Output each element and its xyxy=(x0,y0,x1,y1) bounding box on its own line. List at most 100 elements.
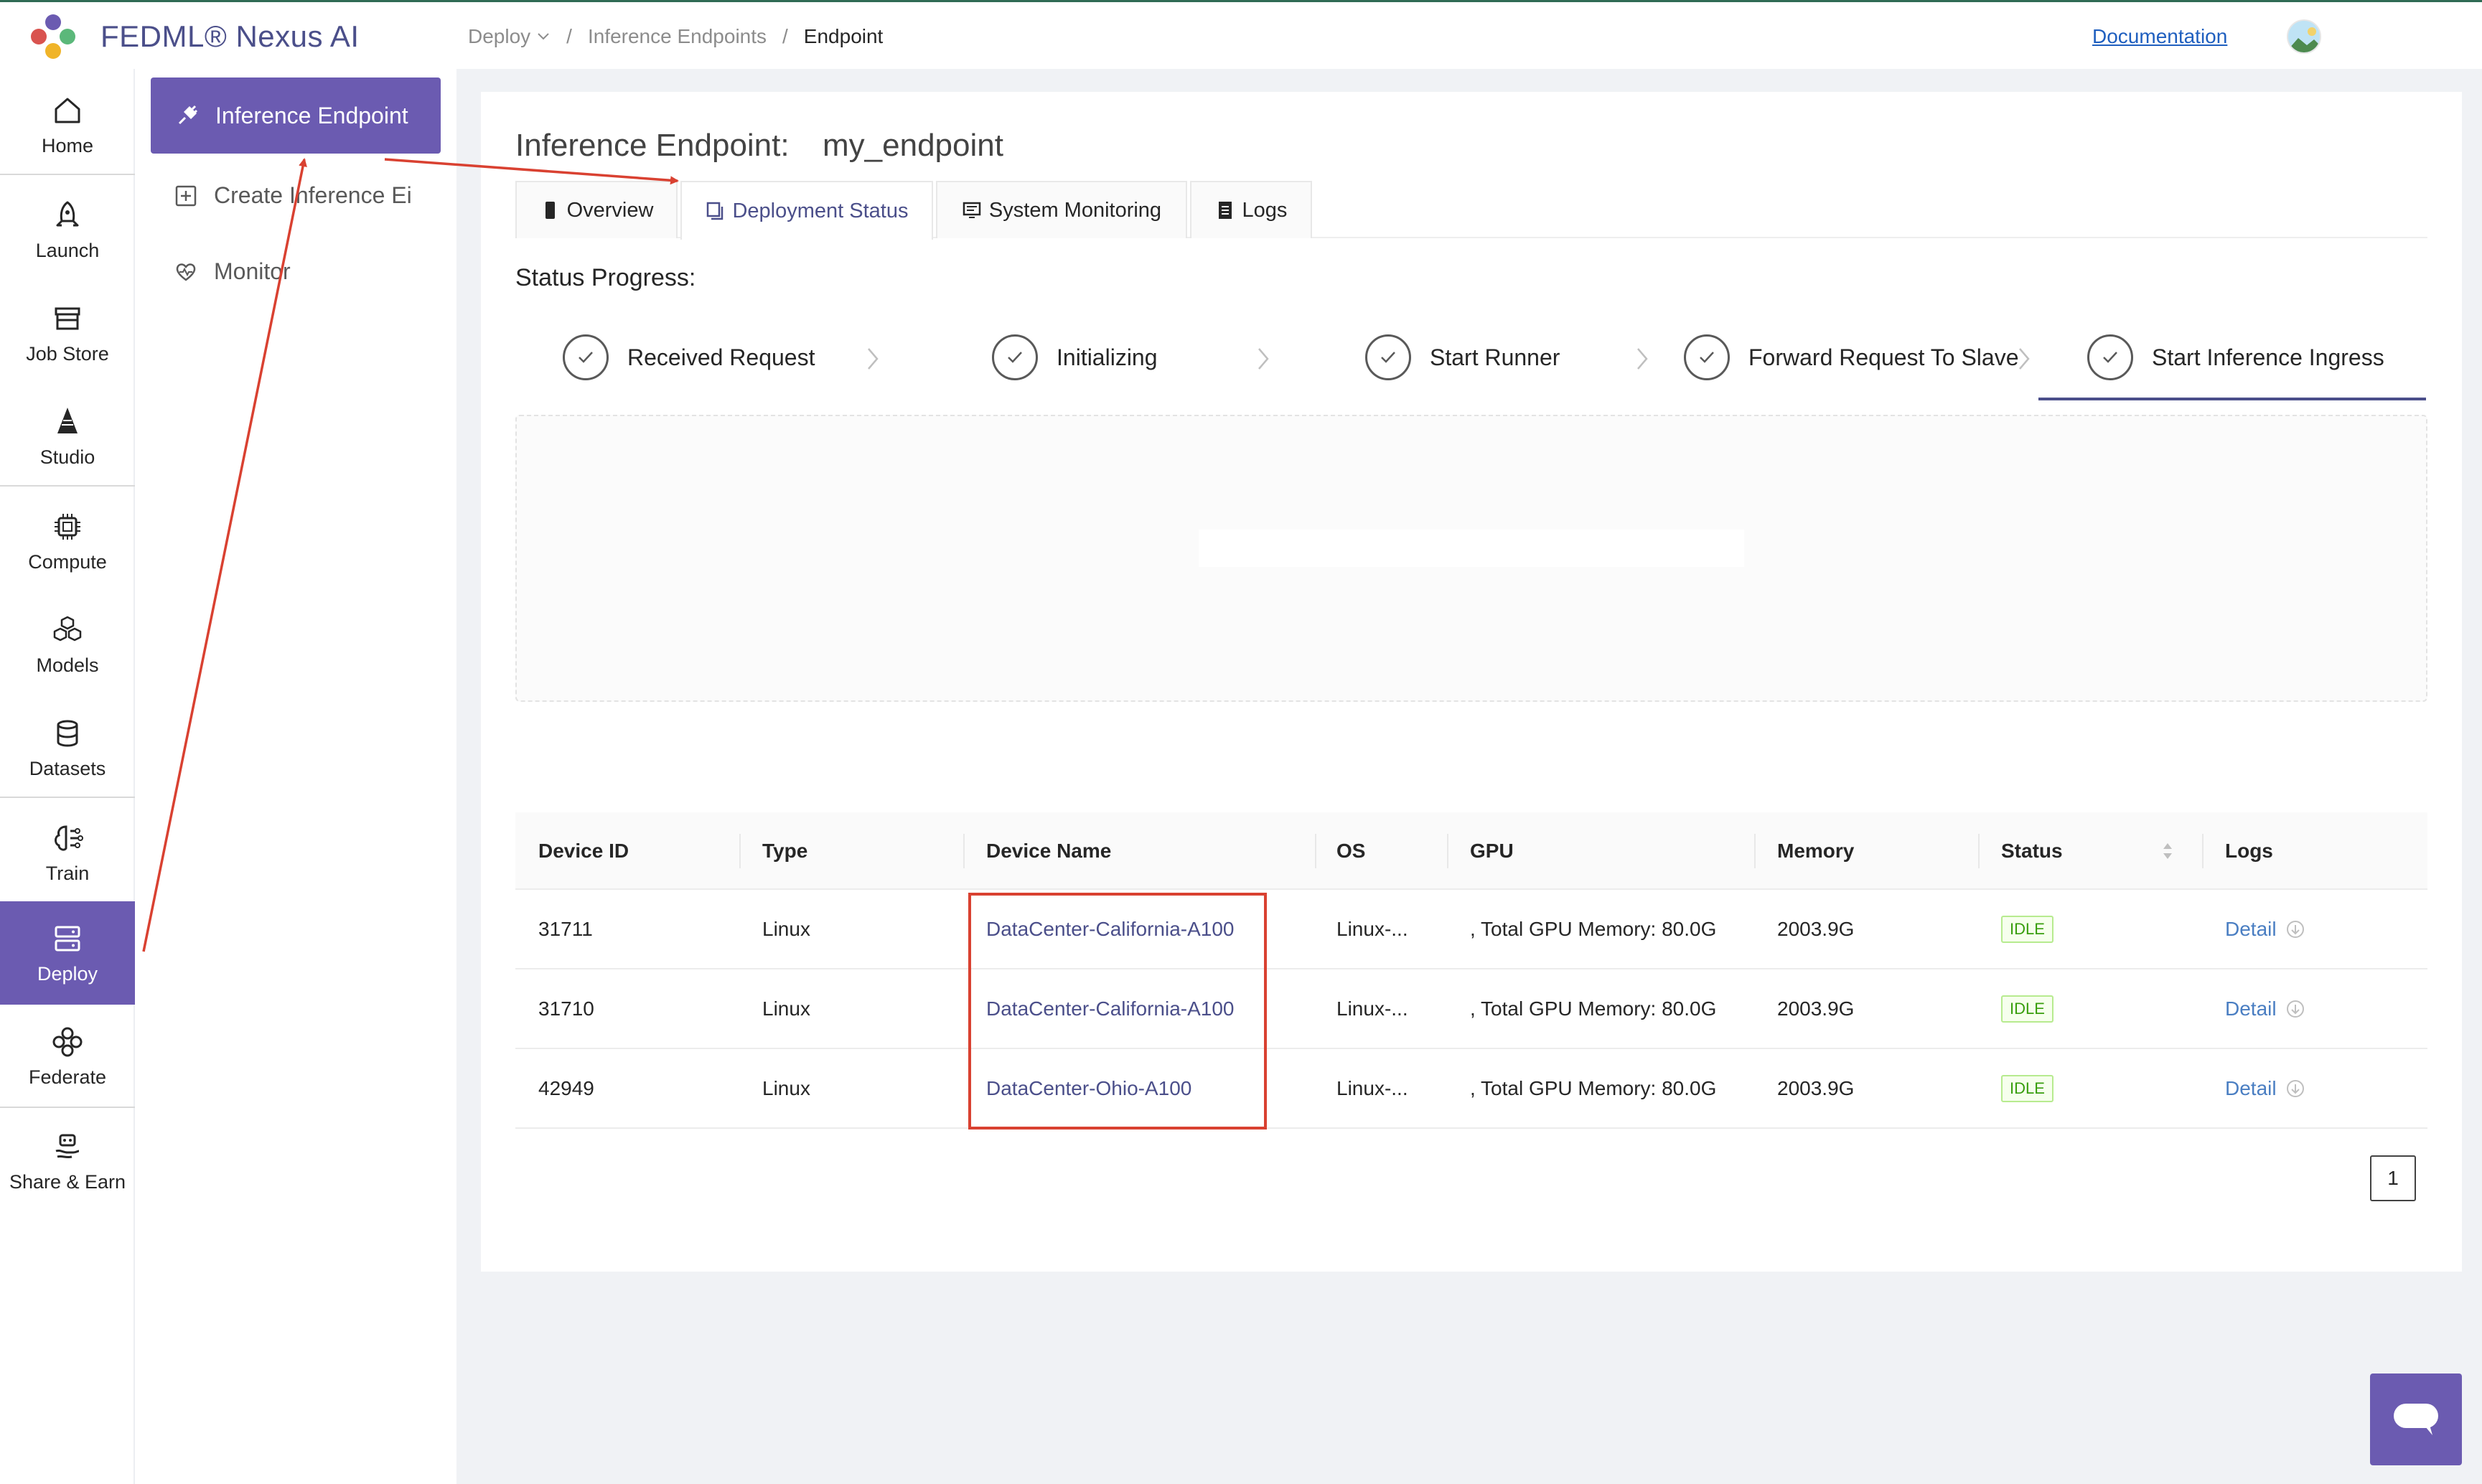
rail-item-datasets[interactable]: Datasets xyxy=(0,696,135,799)
phone-icon xyxy=(545,202,555,219)
detail-link[interactable]: Detail xyxy=(2225,918,2277,941)
download-circle-icon[interactable] xyxy=(2285,919,2305,939)
cell-device-id: 42949 xyxy=(538,1077,594,1099)
column-header-status[interactable]: Status xyxy=(2001,812,2063,890)
rail-item-train[interactable]: Train xyxy=(0,801,135,904)
pagination-page-1[interactable]: 1 xyxy=(2370,1155,2416,1201)
tab-system-monitoring[interactable]: System Monitoring xyxy=(936,181,1187,238)
chip-icon xyxy=(55,513,80,540)
rail-item-studio[interactable]: Studio xyxy=(0,385,135,488)
detail-link[interactable]: Detail xyxy=(2225,1077,2277,1100)
rail-label-studio: Studio xyxy=(39,446,95,468)
cell-status: IDLE xyxy=(2001,969,2053,1048)
chevron-down-icon[interactable] xyxy=(536,32,551,42)
column-divider xyxy=(1754,834,1756,868)
rail-item-home[interactable]: Home xyxy=(0,73,135,177)
step-label: Initializing xyxy=(1057,344,1158,370)
subnav-item-create-inference-endpoint[interactable]: Create Inference Ei xyxy=(174,182,446,209)
cell-logs-detail[interactable]: Detail xyxy=(2225,890,2305,969)
cell-device-id: 31711 xyxy=(538,918,593,940)
store-icon xyxy=(55,307,80,329)
status-badge: IDLE xyxy=(2001,995,2053,1023)
sort-icon[interactable] xyxy=(2160,841,2175,861)
check-circle-icon xyxy=(1684,334,1730,380)
secondary-nav: Inference Endpoint Create Inference Ei M… xyxy=(135,69,456,1484)
cell-os: Linux-... xyxy=(1336,997,1408,1020)
brand-name[interactable]: FEDML® Nexus AI xyxy=(100,19,360,54)
heart-monitor-icon xyxy=(176,263,196,281)
rocket-icon xyxy=(56,201,79,226)
rail-label-deploy: Deploy xyxy=(37,962,98,985)
rail-label-home: Home xyxy=(41,134,94,156)
fedml-logo-icon[interactable] xyxy=(27,12,79,61)
top-bar: FEDML® Nexus AI Deploy / Inference Endpo… xyxy=(0,0,2482,69)
chat-widget-button[interactable] xyxy=(2370,1373,2462,1465)
documentation-link[interactable]: Documentation xyxy=(2092,25,2227,48)
active-step-underline xyxy=(2038,398,2426,400)
breadcrumb-separator: / xyxy=(566,25,572,47)
check-circle-icon xyxy=(992,334,1038,380)
tab-deployment-status[interactable]: Deployment Status xyxy=(680,181,933,240)
check-circle-icon xyxy=(563,334,609,380)
download-circle-icon[interactable] xyxy=(2285,1079,2305,1099)
cell-type: Linux xyxy=(762,918,810,940)
column-header-device-id: Device ID xyxy=(538,840,629,862)
rail-item-job-store[interactable]: Job Store xyxy=(0,281,135,385)
rail-item-models[interactable]: Models xyxy=(0,593,135,696)
endpoint-card: Inference Endpoint: my_endpoint Overview… xyxy=(481,92,2462,1272)
rail-item-compute[interactable]: Compute xyxy=(0,489,135,593)
rail-item-share-earn[interactable]: Share & Earn xyxy=(0,1109,135,1213)
breadcrumb-deploy[interactable]: Deploy xyxy=(468,25,530,48)
monitor-icon xyxy=(963,202,981,218)
step-label: Forward Request To Slave xyxy=(1748,344,2019,370)
share-earn-icon xyxy=(55,1134,80,1158)
cell-status: IDLE xyxy=(2001,1049,2053,1128)
endpoint-name: my_endpoint xyxy=(823,128,1003,163)
tab-logs[interactable]: Logs xyxy=(1190,181,1312,238)
cell-gpu: , Total GPU Memory: 80.0G xyxy=(1470,1077,1717,1099)
database-icon xyxy=(57,720,78,747)
step-label: Start Runner xyxy=(1430,344,1560,370)
rail-label-job-store: Job Store xyxy=(26,342,109,365)
cell-logs-detail[interactable]: Detail xyxy=(2225,969,2305,1048)
rail-label-datasets: Datasets xyxy=(29,757,106,779)
column-divider xyxy=(2202,834,2204,868)
rail-divider xyxy=(0,485,135,487)
rail-label-train: Train xyxy=(45,862,90,884)
avatar[interactable] xyxy=(2287,19,2321,54)
studio-icon xyxy=(57,407,78,433)
chevron-right-icon xyxy=(1637,348,1648,370)
rail-item-launch[interactable]: Launch xyxy=(0,178,135,281)
column-divider xyxy=(1315,834,1316,868)
subnav-item-monitor[interactable]: Monitor xyxy=(174,258,446,285)
rail-item-federate[interactable]: Federate xyxy=(0,1005,135,1108)
detail-link[interactable]: Detail xyxy=(2225,997,2277,1020)
subnav-label-monitor: Monitor xyxy=(214,258,291,284)
download-circle-icon[interactable] xyxy=(2285,999,2305,1019)
cell-type: Linux xyxy=(762,1077,810,1099)
document-icon xyxy=(1218,202,1232,219)
breadcrumb-inference-endpoints[interactable]: Inference Endpoints xyxy=(588,25,767,48)
subnav-label-inference-endpoint: Inference Endpoint xyxy=(215,102,408,128)
table-row: 42949 Linux DataCenter-Ohio-A100 Linux-.… xyxy=(515,1049,2427,1129)
status-steps: Received Request Initializing Start Runn… xyxy=(515,321,2427,400)
copy-icon xyxy=(707,202,723,220)
cell-gpu: , Total GPU Memory: 80.0G xyxy=(1470,918,1717,940)
table-row: 31710 Linux DataCenter-California-A100 L… xyxy=(515,969,2427,1049)
cell-logs-detail[interactable]: Detail xyxy=(2225,1049,2305,1128)
server-icon xyxy=(55,926,80,951)
tab-logs-label: Logs xyxy=(1242,198,1288,222)
column-header-device-name: Device Name xyxy=(986,840,1112,862)
chat-bubble-icon xyxy=(2394,1404,2438,1435)
home-icon xyxy=(55,98,80,123)
chevron-right-icon xyxy=(2019,348,2030,370)
subnav-item-inference-endpoint[interactable]: Inference Endpoint xyxy=(151,78,441,154)
rail-item-deploy[interactable]: Deploy xyxy=(0,901,135,1005)
tab-overview[interactable]: Overview xyxy=(515,181,678,238)
avatar-landscape-icon xyxy=(2288,21,2320,52)
step-label: Received Request xyxy=(627,344,815,370)
brain-icon xyxy=(55,825,83,851)
table-row: 31711 Linux DataCenter-California-A100 L… xyxy=(515,890,2427,969)
step-start-runner: Start Runner xyxy=(1365,321,1560,393)
rail-label-models: Models xyxy=(36,654,99,676)
